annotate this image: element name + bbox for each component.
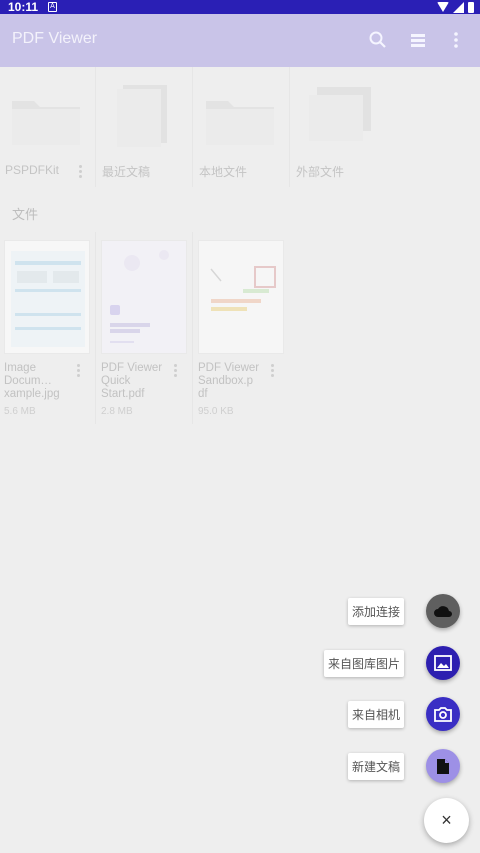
battery-icon: [468, 1, 474, 13]
fab-label-from-gallery[interactable]: 来自图库图片: [323, 649, 404, 677]
app-bar: PDF Viewer: [0, 14, 480, 67]
close-fab-button[interactable]: ×: [424, 798, 469, 843]
file-size: 95.0 KB: [198, 406, 234, 417]
folder-label: 本地文件: [199, 165, 248, 179]
section-title: 文件: [12, 207, 39, 222]
file-size: 5.6 MB: [4, 406, 36, 417]
file-name: PDF Viewer Quick Start.pdf: [101, 362, 163, 400]
file-size: 2.8 MB: [101, 406, 133, 417]
folder-item-recent[interactable]: 最近文稿: [97, 67, 193, 187]
close-icon: ×: [441, 810, 452, 830]
folder-list: PSPDFKit 最近文稿 本地文件 外部文件: [0, 67, 480, 187]
fab-new-document[interactable]: 新建文稿: [347, 749, 460, 783]
cloud-icon: [434, 606, 452, 617]
list-view-icon[interactable]: [408, 30, 428, 50]
fab-from-gallery[interactable]: 来自图库图片: [323, 646, 460, 680]
wifi-icon: [437, 2, 449, 12]
overflow-menu-icon[interactable]: [446, 30, 466, 50]
file-item[interactable]: PDF Viewer Sandbox.p df 95.0 KB: [194, 232, 290, 424]
more-options-icon[interactable]: [174, 364, 178, 378]
signal-icon: [453, 1, 464, 13]
folder-label: 外部文件: [296, 165, 345, 179]
status-bar: 10:11 A: [0, 0, 480, 14]
notification-icon: A: [48, 2, 57, 12]
more-options-icon[interactable]: [77, 364, 81, 378]
fab-label-add-connection[interactable]: 添加连接: [347, 597, 404, 625]
folder-label: 最近文稿: [102, 165, 151, 179]
file-name: Image Docum… xample.jpg: [4, 362, 60, 400]
folder-icon: [12, 101, 80, 145]
file-list: Image Docum… xample.jpg 5.6 MB PDF Viewe…: [0, 232, 480, 424]
more-options-icon[interactable]: [79, 165, 83, 179]
file-item[interactable]: PDF Viewer Quick Start.pdf 2.8 MB: [97, 232, 193, 424]
new-document-button[interactable]: [426, 749, 460, 783]
fab-label-new-document[interactable]: 新建文稿: [347, 752, 404, 780]
from-camera-button[interactable]: [426, 697, 460, 731]
fab-label-from-camera[interactable]: 来自相机: [347, 700, 404, 728]
external-files-icon: [309, 87, 371, 141]
more-options-icon[interactable]: [271, 364, 275, 378]
from-gallery-button[interactable]: [426, 646, 460, 680]
folder-item-external[interactable]: 外部文件: [291, 67, 387, 187]
app-title: PDF Viewer: [12, 30, 98, 47]
file-thumbnail: [101, 240, 187, 354]
document-icon: [437, 758, 449, 774]
status-icons: [437, 1, 474, 13]
add-connection-button[interactable]: [426, 594, 460, 628]
file-thumbnail: [4, 240, 90, 354]
folder-label: PSPDFKit: [5, 163, 60, 177]
status-time: 10:11: [8, 0, 39, 14]
fab-from-camera[interactable]: 来自相机: [347, 697, 460, 731]
folder-icon: [206, 101, 274, 145]
camera-icon: [434, 707, 452, 722]
folder-item-pspdfkit[interactable]: PSPDFKit: [0, 67, 96, 187]
image-icon: [434, 655, 452, 671]
file-name: PDF Viewer Sandbox.p df: [198, 362, 260, 400]
file-thumbnail: [198, 240, 284, 354]
search-icon[interactable]: [368, 30, 388, 50]
file-item[interactable]: Image Docum… xample.jpg 5.6 MB: [0, 232, 96, 424]
recent-documents-icon: [117, 85, 167, 147]
fab-add-connection[interactable]: 添加连接: [347, 594, 460, 628]
folder-item-local[interactable]: 本地文件: [194, 67, 290, 187]
